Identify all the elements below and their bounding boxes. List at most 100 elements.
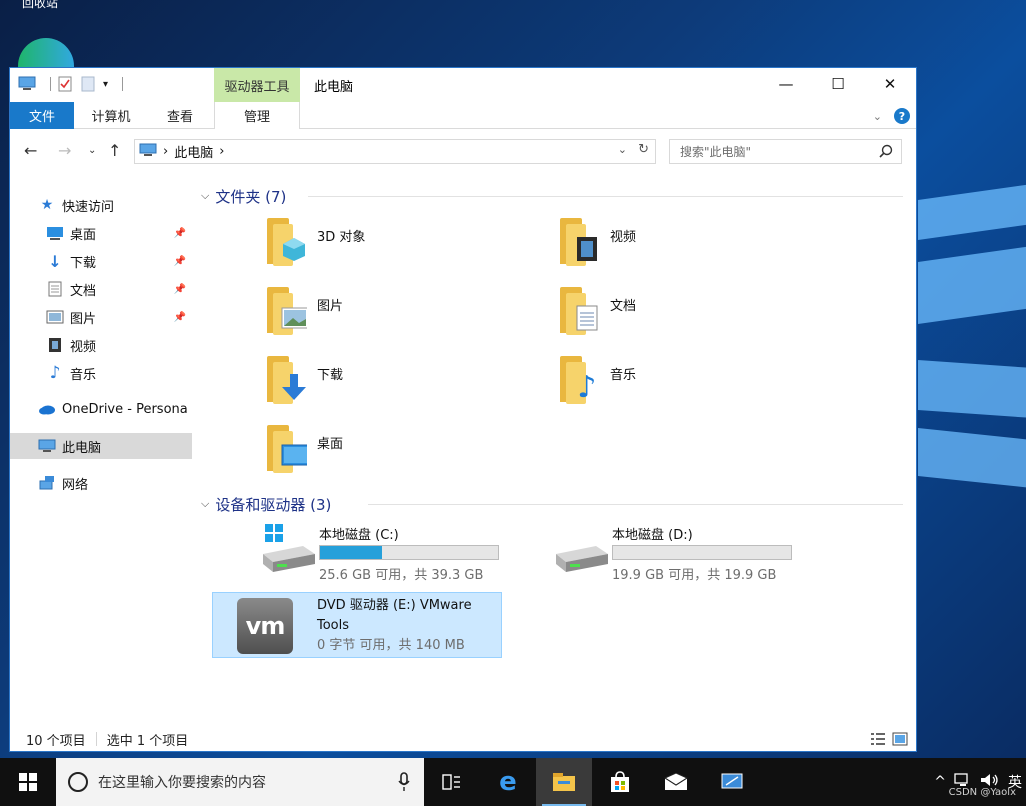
divider (368, 504, 903, 505)
nav-item-music[interactable]: ♪ 音乐 (10, 360, 192, 386)
new-folder-icon[interactable] (81, 74, 95, 94)
file-explorer-taskbar-icon[interactable] (536, 758, 592, 806)
folder-icon (556, 218, 602, 268)
search-placeholder: 搜索"此电脑" (680, 145, 752, 159)
nav-label: 文档 (70, 283, 97, 299)
edge-browser-icon[interactable]: e (480, 758, 536, 806)
pin-icon[interactable]: 📌 (174, 284, 186, 295)
close-button[interactable]: ✕ (864, 68, 916, 100)
folder-label: 3D 对象 (317, 230, 366, 245)
desktop-icon (46, 225, 64, 241)
folder-label: 文档 (610, 299, 637, 314)
nav-label: 快速访问 (62, 199, 115, 215)
help-icon[interactable]: ? (894, 108, 910, 124)
tab-computer[interactable]: 计算机 (80, 102, 142, 129)
nav-item-videos[interactable]: 视频 (10, 332, 192, 358)
forward-arrow-icon[interactable]: → (58, 141, 71, 160)
nav-label: 视频 (70, 339, 97, 355)
download-arrow-icon: ↓ (48, 251, 62, 271)
pin-icon[interactable]: 📌 (174, 256, 186, 267)
tab-manage[interactable]: 管理 (214, 102, 300, 129)
customize-qat-icon[interactable]: ▾ (103, 74, 108, 94)
folder-label: 视频 (610, 230, 637, 245)
item-count: 10 个项目 (26, 733, 86, 749)
folder-icon (263, 356, 309, 406)
group-header-folders[interactable]: ⌵ 文件夹 (7) (201, 185, 286, 207)
folder-videos[interactable]: 视频 (556, 218, 816, 278)
back-arrow-icon[interactable]: ← (24, 141, 37, 160)
refresh-icon[interactable]: ↻ (638, 142, 649, 157)
taskbar: 在这里输入你要搜索的内容 e ^ 英 CSDN @Yaolx (0, 758, 1026, 806)
folder-label: 下载 (317, 368, 344, 383)
breadcrumb-separator-icon[interactable]: › (163, 144, 168, 159)
show-hidden-icons-chevron-icon[interactable]: ^ (934, 774, 946, 790)
expand-ribbon-icon[interactable]: ⌄ (873, 110, 882, 123)
microphone-icon[interactable] (398, 772, 410, 796)
drive-free-space: 19.9 GB 可用，共 19.9 GB (612, 568, 777, 583)
folder-pictures[interactable]: 图片 (263, 287, 523, 347)
folder-documents[interactable]: 文档 (556, 287, 816, 347)
drive-c[interactable]: 本地磁盘 (C:) 25.6 GB 可用，共 39.3 GB (259, 524, 499, 583)
drive-name: 本地磁盘 (D:) (612, 528, 693, 543)
nav-onedrive[interactable]: OneDrive - Persona (10, 396, 192, 422)
folder-icon (263, 287, 309, 337)
pin-icon[interactable]: 📌 (174, 228, 186, 239)
address-bar[interactable]: › 此电脑 › ⌄ ↻ (134, 139, 656, 164)
music-note-icon: ♪ (49, 363, 61, 383)
task-view-icon[interactable] (424, 758, 480, 806)
folder-label: 桌面 (317, 437, 344, 452)
nav-label: 桌面 (70, 227, 97, 243)
properties-icon[interactable] (57, 74, 73, 94)
nav-item-documents[interactable]: 文档 📌 (10, 276, 192, 302)
ribbon-right-controls: ⌄ ? (873, 108, 910, 124)
group-header-drives[interactable]: ⌵ 设备和驱动器 (3) (201, 493, 331, 515)
document-icon (574, 305, 600, 331)
nav-network[interactable]: 网络 (10, 470, 192, 496)
address-history-chevron-icon[interactable]: ⌄ (618, 143, 627, 156)
title-bar[interactable]: ▾ 驱动器工具 此电脑 — ☐ ✕ (10, 68, 916, 102)
nav-item-pictures[interactable]: 图片 📌 (10, 304, 192, 330)
store-bag-icon[interactable] (592, 758, 648, 806)
nav-item-downloads[interactable]: ↓ 下载 📌 (10, 248, 192, 274)
remote-desktop-icon[interactable] (704, 758, 760, 806)
drive-d[interactable]: 本地磁盘 (D:) 19.9 GB 可用，共 19.9 GB (552, 524, 792, 583)
star-icon: ★ (40, 197, 54, 213)
details-view-icon[interactable] (870, 732, 886, 750)
nav-quick-access[interactable]: ★ 快速访问 (10, 192, 192, 218)
search-input[interactable]: 搜索"此电脑" (669, 139, 902, 164)
computer-icon[interactable] (18, 74, 36, 94)
large-icons-view-icon[interactable] (892, 732, 908, 750)
desktop-label-recycle-bin[interactable]: 回收站 (22, 0, 58, 11)
start-button[interactable] (0, 758, 56, 806)
desktop-icon (281, 443, 307, 469)
pin-icon[interactable]: 📌 (174, 312, 186, 323)
folder-3d-objects[interactable]: 3D 对象 (263, 218, 523, 278)
film-icon (574, 236, 600, 262)
tab-file[interactable]: 文件 (10, 102, 74, 129)
nav-item-desktop[interactable]: 桌面 📌 (10, 220, 192, 246)
up-arrow-icon[interactable]: ↑ (108, 141, 121, 160)
maximize-button[interactable]: ☐ (812, 68, 864, 100)
mail-icon[interactable] (648, 758, 704, 806)
collapse-chevron-icon[interactable]: ⌵ (201, 497, 209, 511)
wallpaper-light-shard (918, 246, 1026, 324)
search-icon[interactable] (879, 144, 893, 161)
drive-name: DVD 驱动器 (E:) VMware (317, 598, 472, 613)
breadcrumb-this-pc[interactable]: 此电脑 (174, 142, 213, 161)
group-title: 设备和驱动器 (3) (215, 495, 332, 514)
navigation-pane: ★ 快速访问 桌面 📌 ↓ 下载 📌 文档 📌 图片 📌 视频 ♪ 音乐 One… (10, 182, 192, 722)
minimize-button[interactable]: — (760, 68, 812, 100)
collapse-chevron-icon[interactable]: ⌵ (201, 189, 209, 203)
taskbar-search-input[interactable]: 在这里输入你要搜索的内容 (56, 758, 424, 806)
folder-music[interactable]: ♪ 音乐 (556, 356, 816, 416)
nav-label: 音乐 (70, 367, 97, 383)
folder-label: 音乐 (610, 368, 637, 383)
folder-desktop[interactable]: 桌面 (263, 425, 523, 485)
windows-logo-icon (19, 773, 37, 791)
breadcrumb-separator-icon[interactable]: › (219, 144, 224, 159)
tab-view[interactable]: 查看 (150, 102, 210, 129)
recent-locations-chevron-icon[interactable]: ⌄ (88, 145, 96, 156)
wallpaper-light-shard (918, 360, 1026, 418)
folder-downloads[interactable]: 下载 (263, 356, 523, 416)
nav-this-pc[interactable]: 此电脑 (10, 433, 192, 459)
